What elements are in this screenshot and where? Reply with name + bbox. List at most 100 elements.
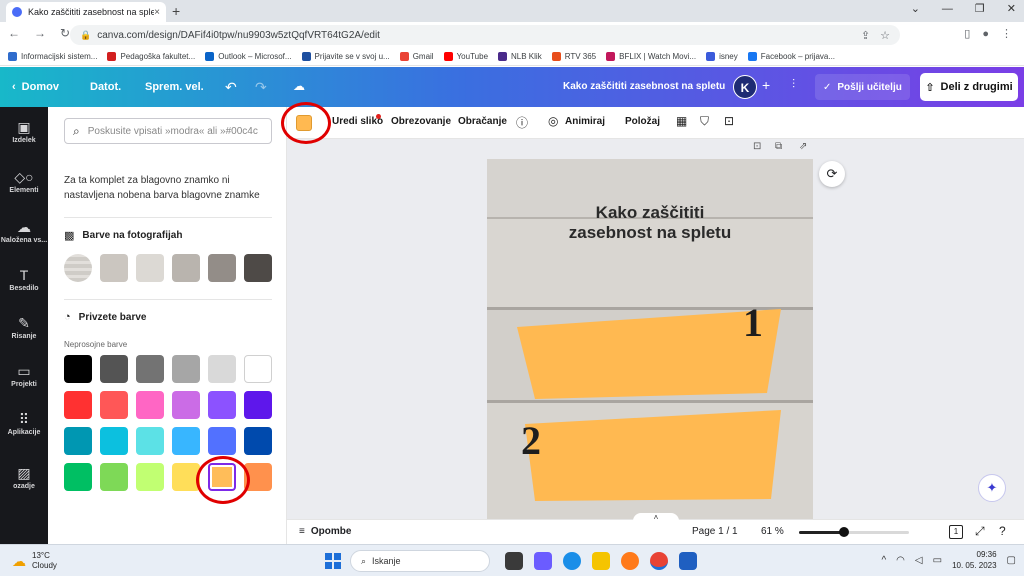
duplicate-page-icon[interactable]: ⧉	[775, 141, 782, 152]
rail-item-risanje[interactable]: ✎ Risanje	[0, 315, 48, 340]
animate-button[interactable]: Animiraj	[565, 116, 605, 127]
default-color-swatch[interactable]	[208, 355, 236, 383]
browser-tab[interactable]: Kako zaščititi zasebnost na splet ×	[6, 2, 166, 22]
bookmark-star-icon[interactable]: ☆	[880, 29, 890, 42]
undo-icon[interactable]: ↶	[225, 79, 237, 96]
back-icon[interactable]: ←	[8, 26, 20, 40]
url-bar[interactable]: 🔒 canva.com/design/DAFif4i0tpw/nu9903w5z…	[70, 25, 900, 45]
paint-roller-icon[interactable]: ⛉	[700, 114, 709, 129]
battery-icon[interactable]: ▭	[933, 555, 942, 566]
default-color-swatch[interactable]	[64, 391, 92, 419]
minimize-icon[interactable]: —	[942, 3, 953, 15]
edge-icon[interactable]	[563, 552, 581, 570]
reload-icon[interactable]: ↻	[60, 26, 70, 40]
avatar[interactable]: K	[733, 75, 757, 99]
info-icon[interactable]: ⓘ	[516, 114, 528, 131]
default-color-swatch[interactable]	[100, 355, 128, 383]
document-title[interactable]: Kako zaščititi zasebnost na spletu	[563, 81, 725, 92]
notes-button[interactable]: ≡ Opombe	[299, 526, 351, 537]
rail-item-aplikacije[interactable]: ⠿ Aplikacije	[0, 411, 48, 436]
file-explorer-icon[interactable]	[592, 552, 610, 570]
bookmark-item[interactable]: Prijavite se v svoj u...	[301, 52, 390, 61]
default-color-swatch[interactable]	[172, 355, 200, 383]
design-page[interactable]: Kako zaščititi zasebnost na spletu 1 2	[487, 159, 813, 519]
position-button[interactable]: Položaj	[625, 116, 660, 127]
send-to-teacher-button[interactable]: ✓ Pošlji učitelju	[815, 74, 910, 100]
bookmark-item[interactable]: isney	[706, 52, 738, 61]
windows-start-icon[interactable]	[325, 553, 341, 569]
chevron-up-icon[interactable]: ^	[881, 555, 886, 566]
sidebar-icon[interactable]: ▯	[964, 27, 970, 40]
default-color-swatch[interactable]	[244, 427, 272, 455]
default-color-swatch[interactable]	[244, 391, 272, 419]
photo-thumbnail[interactable]	[64, 254, 92, 282]
word-icon[interactable]	[679, 552, 697, 570]
default-color-swatch[interactable]	[136, 463, 164, 491]
number-one[interactable]: 1	[743, 299, 763, 346]
default-color-swatch[interactable]	[64, 355, 92, 383]
photo-color-swatch[interactable]	[172, 254, 200, 282]
redo-icon[interactable]: ↷	[255, 79, 267, 96]
clock[interactable]: 09:36 10. 05. 2023	[952, 549, 996, 571]
new-tab-button[interactable]: +	[172, 3, 180, 19]
flip-button[interactable]: Obračanje	[458, 116, 507, 127]
default-color-swatch[interactable]	[136, 427, 164, 455]
refresh-icon[interactable]: ⟳	[819, 161, 845, 187]
page-count-button[interactable]: 1	[949, 525, 963, 539]
photo-color-swatch[interactable]	[244, 254, 272, 282]
weather-widget[interactable]: ☁ 13°C Cloudy	[12, 551, 57, 571]
lock-page-icon[interactable]: ⊡	[753, 141, 761, 152]
page-indicator[interactable]: Page 1 / 1	[692, 526, 738, 537]
forward-icon[interactable]: →	[34, 26, 46, 40]
default-color-swatch[interactable]	[208, 427, 236, 455]
zoom-level[interactable]: 61 %	[761, 526, 784, 537]
fullscreen-icon[interactable]: ⤢	[975, 524, 985, 539]
resize-button[interactable]: Sprem. vel.	[145, 67, 204, 107]
add-page-icon[interactable]: ⇗	[799, 141, 807, 152]
bookmark-item[interactable]: Pedagoška fakultet...	[107, 52, 195, 61]
restore-icon[interactable]: ❐	[975, 2, 985, 15]
photo-color-swatch[interactable]	[136, 254, 164, 282]
zoom-slider-handle[interactable]	[838, 527, 849, 537]
default-color-swatch[interactable]	[244, 355, 272, 383]
share-button[interactable]: ⇧ Deli z drugimi	[920, 73, 1018, 101]
number-two[interactable]: 2	[521, 417, 541, 464]
default-color-swatch[interactable]	[100, 427, 128, 455]
bookmark-item[interactable]: YouTube	[443, 52, 488, 61]
photo-color-swatch[interactable]	[208, 254, 236, 282]
default-color-swatch[interactable]	[172, 427, 200, 455]
rail-item-projekti[interactable]: ▭ Projekti	[0, 363, 48, 388]
menu-kebab-icon[interactable]: ⋮	[1001, 27, 1012, 40]
close-window-icon[interactable]: ✕	[1007, 2, 1016, 15]
bookmark-item[interactable]: NLB Klik	[498, 52, 542, 61]
bookmark-item[interactable]: Informacijski sistem...	[8, 52, 97, 61]
transparency-icon[interactable]: ▦	[676, 114, 687, 128]
home-button[interactable]: ‹ Domov	[12, 67, 59, 107]
orange-banner-2[interactable]	[525, 410, 781, 501]
share-page-icon[interactable]: ⇪	[861, 29, 870, 42]
help-icon[interactable]: ?	[999, 524, 1006, 538]
rail-item-besedilo[interactable]: T Besedilo	[0, 267, 48, 292]
task-view-icon[interactable]	[505, 552, 523, 570]
default-color-swatch[interactable]	[100, 463, 128, 491]
bookmark-item[interactable]: RTV 365	[551, 52, 596, 61]
rail-item-elementi[interactable]: ◇○ Elementi	[0, 169, 48, 194]
default-color-swatch[interactable]	[100, 391, 128, 419]
default-color-swatch[interactable]	[64, 427, 92, 455]
firefox-icon[interactable]	[621, 552, 639, 570]
add-collaborator-icon[interactable]: +	[762, 77, 770, 93]
taskbar-search[interactable]: ⌕ Iskanje	[350, 550, 490, 572]
rail-item-ozadje[interactable]: ▨ ozadje	[0, 465, 48, 490]
default-color-swatch[interactable]	[136, 391, 164, 419]
bookmark-item[interactable]: BFLIX | Watch Movi...	[606, 52, 696, 61]
magic-sparkle-icon[interactable]: ✦	[978, 474, 1006, 502]
default-color-swatch[interactable]	[208, 391, 236, 419]
teams-chat-icon[interactable]	[534, 552, 552, 570]
crop-button[interactable]: Obrezovanje	[391, 116, 451, 127]
color-search-input[interactable]	[87, 125, 258, 137]
tab-search-icon[interactable]: ⌄	[911, 2, 920, 15]
rail-item-izdelek[interactable]: ▣ Izdelek	[0, 119, 48, 144]
file-menu-button[interactable]: Datot.	[90, 67, 121, 107]
notifications-icon[interactable]: ▢	[1007, 555, 1016, 566]
default-color-swatch[interactable]	[172, 391, 200, 419]
